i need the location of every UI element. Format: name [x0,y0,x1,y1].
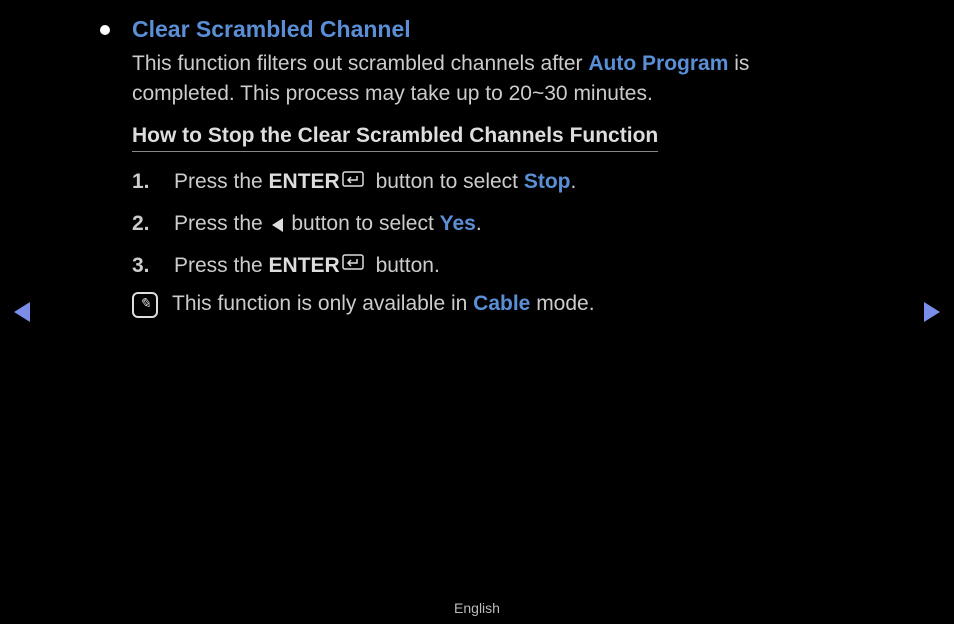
step-hl: Yes [440,212,476,235]
steps-list: 1. Press the ENTER button to select Stop… [132,166,854,282]
step-mid: button to select [370,170,524,193]
step-text: Press the ENTER button. [174,250,440,282]
title-row: Clear Scrambled Channel [100,16,854,43]
enter-icon [342,167,368,199]
note-icon: ✎ [132,292,158,318]
nav-left-arrow[interactable] [14,302,30,322]
step-end: button. [370,254,440,277]
step-num: 3. [132,250,174,282]
desc-auto-program: Auto Program [588,52,728,75]
step-3: 3. Press the ENTER button. [132,250,854,282]
nav-right-arrow[interactable] [924,302,940,322]
left-arrow-icon [272,218,283,232]
step-pre: Press the [174,170,269,193]
enter-label: ENTER [269,170,340,193]
step-1: 1. Press the ENTER button to select Stop… [132,166,854,198]
description: This function filters out scrambled chan… [132,49,854,110]
bullet-icon [100,25,110,35]
enter-icon [342,250,368,282]
step-pre: Press the [174,254,269,277]
step-pre: Press the [174,212,269,235]
note-row: ✎ This function is only available in Cab… [132,292,854,318]
note-text: This function is only available in Cable… [172,292,595,316]
note-hl: Cable [473,292,530,315]
step-mid: button to select [286,212,440,235]
enter-label: ENTER [269,254,340,277]
step-text: Press the ENTER button to select Stop. [174,166,576,198]
step-num: 1. [132,166,174,198]
note-end: mode. [530,292,594,315]
step-end: . [476,212,482,235]
note-pre: This function is only available in [172,292,473,315]
footer-language: English [0,600,954,616]
step-hl: Stop [524,170,571,193]
step-text: Press the button to select Yes. [174,208,482,240]
step-end: . [571,170,577,193]
main-content: Clear Scrambled Channel This function fi… [0,0,954,318]
page-title: Clear Scrambled Channel [132,16,411,43]
step-num: 2. [132,208,174,240]
section-heading: How to Stop the Clear Scrambled Channels… [132,124,658,152]
step-2: 2. Press the button to select Yes. [132,208,854,240]
desc-part1: This function filters out scrambled chan… [132,52,588,75]
